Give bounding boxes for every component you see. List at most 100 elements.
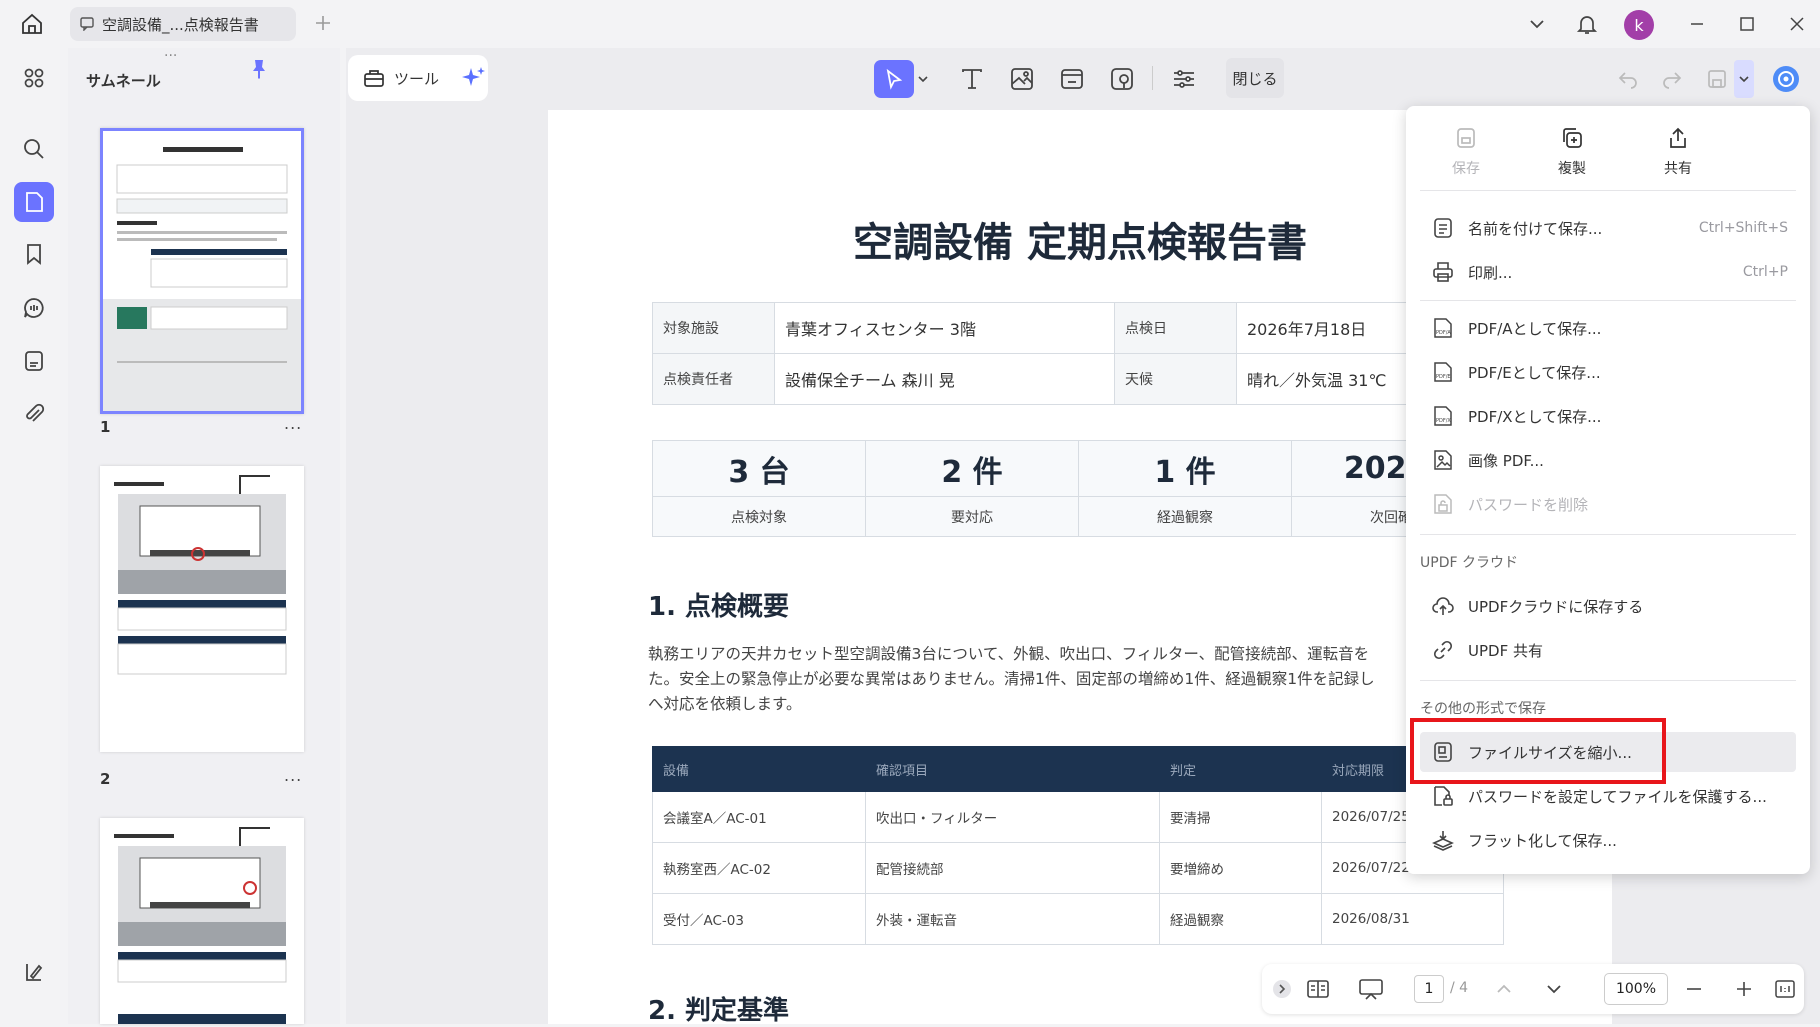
menu-divider xyxy=(1420,534,1796,535)
save-to-cloud-item[interactable]: UPDFクラウドに保存する xyxy=(1420,586,1796,626)
bell-icon[interactable] xyxy=(1575,12,1599,36)
pin-icon[interactable] xyxy=(248,58,270,80)
unlock-icon xyxy=(1434,494,1452,514)
updf-share-item[interactable]: UPDF 共有 xyxy=(1420,630,1796,670)
menu-divider xyxy=(1420,190,1796,191)
link-tool-icon[interactable] xyxy=(1052,60,1092,98)
duplicate-button[interactable]: 複製 xyxy=(1532,126,1612,178)
bottom-toolbar: 1 / 4 100% xyxy=(1262,964,1804,1014)
document-tab[interactable]: 空調設備_...点検報告書 xyxy=(70,7,296,41)
table-header-row: 設備 確認項目 判定 対応期限 xyxy=(652,746,1504,792)
avatar[interactable]: k xyxy=(1624,10,1654,40)
save-pdfa-item[interactable]: PDF/A PDF/Aとして保存... xyxy=(1420,308,1796,348)
save-toolbar-icon[interactable] xyxy=(1702,60,1732,98)
info-label: 対象施設 xyxy=(652,302,775,354)
stat-value: 3 台 xyxy=(652,440,866,497)
more-options-icon[interactable]: ... xyxy=(284,414,302,433)
save-dropdown-icon[interactable] xyxy=(1734,60,1754,98)
select-dropdown-icon[interactable] xyxy=(912,60,934,98)
thumbnail-page-2[interactable] xyxy=(100,466,304,752)
column-header: 判定 xyxy=(1159,746,1322,792)
menu-divider xyxy=(1420,680,1796,681)
comments-icon[interactable] xyxy=(14,288,54,328)
stat-caption: 経過観察 xyxy=(1078,496,1292,537)
flatten-save-item[interactable]: フラット化して保存... xyxy=(1420,820,1796,860)
image-tool-icon[interactable] xyxy=(1002,60,1042,98)
pdfe-icon: PDF/E xyxy=(1434,362,1452,382)
table-cell: 執務室西／AC-02 xyxy=(652,842,866,894)
search-icon[interactable] xyxy=(14,129,54,169)
stamp-tool-icon[interactable] xyxy=(1102,60,1142,98)
menu-item-label: パスワードを設定してファイルを保護する... xyxy=(1468,787,1767,806)
thumbnails-icon[interactable] xyxy=(14,182,54,222)
menu-item-label: フラット化して保存... xyxy=(1468,831,1617,850)
chevron-down-icon[interactable] xyxy=(1525,12,1549,36)
close-window-icon[interactable] xyxy=(1785,12,1809,36)
save-pdfx-item[interactable]: PDF/X PDF/Xとして保存... xyxy=(1420,396,1796,436)
zoom-out-icon[interactable] xyxy=(1684,979,1704,999)
thumbnail-page-3[interactable] xyxy=(100,818,304,1024)
more-options-icon[interactable]: ... xyxy=(284,766,302,785)
save-label: 保存 xyxy=(1452,161,1480,177)
settings-sliders-icon[interactable] xyxy=(1164,60,1204,98)
table-row: 受付／AC-03 外装・運転音 経過観察 2026/08/31 xyxy=(652,893,1504,945)
attachment-icon[interactable] xyxy=(14,394,54,434)
form-icon[interactable] xyxy=(14,341,54,381)
previous-page-icon[interactable] xyxy=(1494,979,1514,999)
section-label: UPDF クラウド xyxy=(1420,555,1518,571)
home-icon[interactable] xyxy=(20,12,44,36)
zoom-level[interactable]: 100% xyxy=(1604,973,1668,1005)
menu-item-label: 名前を付けて保存... xyxy=(1468,219,1603,238)
page-layout-icon[interactable] xyxy=(1306,977,1330,1001)
apps-icon[interactable] xyxy=(14,58,54,98)
share-label: 共有 xyxy=(1664,161,1692,177)
save-button[interactable]: 保存 xyxy=(1426,126,1506,178)
table-cell: 経過観察 xyxy=(1159,893,1322,945)
ai-assistant-icon[interactable] xyxy=(1766,60,1806,98)
table-cell: 受付／AC-03 xyxy=(652,893,866,945)
presentation-icon[interactable] xyxy=(1358,977,1384,1001)
share-button[interactable]: 共有 xyxy=(1638,126,1718,178)
shortcut-label: Ctrl+Shift+S xyxy=(1698,220,1788,236)
select-tool-icon[interactable] xyxy=(874,60,914,98)
minimize-icon[interactable] xyxy=(1685,12,1709,36)
thumbnail-page-1[interactable] xyxy=(100,128,304,414)
next-page-icon[interactable] xyxy=(1544,979,1564,999)
bookmark-icon[interactable] xyxy=(14,234,54,274)
undo-icon[interactable] xyxy=(1608,60,1648,98)
save-as-item[interactable]: 名前を付けて保存... Ctrl+Shift+S xyxy=(1420,208,1796,248)
print-item[interactable]: 印刷... Ctrl+P xyxy=(1420,252,1796,292)
menu-item-label: PDF/Aとして保存... xyxy=(1468,319,1602,338)
stat-value: 2 件 xyxy=(865,440,1079,497)
menu-item-label: PDF/Xとして保存... xyxy=(1468,407,1602,426)
layers-icon[interactable] xyxy=(14,952,54,992)
table-cell: 要清掃 xyxy=(1159,791,1322,843)
cloud-upload-icon xyxy=(1432,597,1454,615)
printer-icon xyxy=(1433,262,1453,282)
image-pdf-item[interactable]: 画像 PDF... xyxy=(1420,440,1796,480)
left-rail xyxy=(0,48,68,1024)
section-heading: 1. 点検概要 xyxy=(648,592,790,622)
ai-sparkle-icon[interactable] xyxy=(461,65,487,91)
remove-password-item[interactable]: パスワードを削除 xyxy=(1420,484,1796,524)
maximize-icon[interactable] xyxy=(1735,12,1759,36)
table-cell: 会議室A／AC-01 xyxy=(652,791,866,843)
close-edit-button[interactable]: 閉じる xyxy=(1226,58,1284,98)
column-header: 確認項目 xyxy=(865,746,1160,792)
page-number-2: 2 xyxy=(100,770,111,788)
toolbox-icon xyxy=(362,66,386,90)
actual-size-icon[interactable] xyxy=(1774,978,1796,1000)
new-tab-icon[interactable] xyxy=(312,12,334,34)
zoom-in-icon[interactable] xyxy=(1734,979,1754,999)
menu-item-label: パスワードを削除 xyxy=(1468,495,1589,514)
text-tool-icon[interactable] xyxy=(952,60,992,98)
drag-handle[interactable]: ··· xyxy=(164,48,177,64)
page-number-input[interactable]: 1 xyxy=(1414,975,1444,1003)
page-number-1: 1 xyxy=(100,418,111,436)
redo-icon[interactable] xyxy=(1652,60,1692,98)
tools-button[interactable]: ツール xyxy=(348,55,488,101)
expand-icon[interactable] xyxy=(1272,979,1292,999)
title-bar: 空調設備_...点検報告書 k xyxy=(0,0,1820,48)
save-pdfe-item[interactable]: PDF/E PDF/Eとして保存... xyxy=(1420,352,1796,392)
stat-value: 1 件 xyxy=(1078,440,1292,497)
